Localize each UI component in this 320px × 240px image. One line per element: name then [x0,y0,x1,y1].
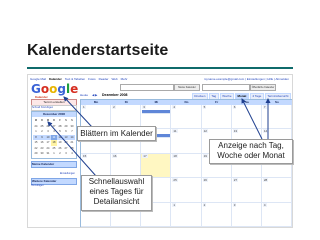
callout-schnellauswahl: Schnellauswahl eines Tages für Detailans… [81,175,152,211]
mini-day[interactable]: 4 [69,151,75,157]
callout-schnell-line2: eines Tages für [89,187,144,196]
day-number[interactable]: 18 [172,153,178,158]
day-cell[interactable]: 2 [201,202,232,227]
day-number[interactable]: 15 [82,153,88,158]
callout-anzeige-line2: Woche oder Monat [217,151,285,160]
nav-photos[interactable]: Fotos [88,76,96,82]
today-button[interactable]: Heute [80,93,88,98]
prev-next-arrows[interactable]: ◀ ▶ [92,93,97,98]
day-number[interactable]: 19 [202,153,208,158]
day-cell[interactable]: 18 [171,153,202,179]
day-number[interactable]: 5 [202,105,207,109]
day-number[interactable]: 4 [172,105,177,109]
google-logo: Google [31,82,79,96]
mini-calendar-grid[interactable]: M D M D F S S 24 25 26 27 28 29 30 1 2 3 4 5 6 7 8 9 10 11 12 13 14… [33,118,75,157]
day-cell[interactable]: 1 [171,202,202,227]
day-cell[interactable]: 6 [231,105,262,130]
search-public-calendars-button[interactable]: Öffentliche Kalender durchsuchen [250,84,276,91]
callout-anzeige-line1: Anzeige nach Tag, [218,141,284,150]
day-number[interactable]: 12 [202,129,208,134]
nav-more[interactable]: Mehr [121,76,128,82]
event-chip[interactable] [142,110,172,114]
nav-reader[interactable]: Reader [99,76,109,82]
day-cell[interactable]: 5 [201,105,232,130]
day-number[interactable]: 6 [232,105,237,109]
day-number[interactable]: 7 [262,105,267,109]
day-number[interactable]: 2 [112,105,116,109]
day-cell[interactable]: 25 [171,178,202,203]
day-number[interactable]: 25 [172,178,178,183]
day-number[interactable]: 3 [142,105,146,109]
day-number[interactable]: 4 [262,202,267,207]
day-cell[interactable]: 11 [171,129,202,154]
account-links[interactable]: myname.example@gmail.com | Einstellungen… [204,76,289,82]
day-number[interactable]: 14 [262,129,269,134]
title-underline [27,67,293,69]
day-number[interactable]: 28 [262,178,269,183]
callout-blaettern: Blättern im Kalender [77,126,156,141]
callout-schnell-line3: Detailansicht [93,197,140,206]
day-number[interactable]: 16 [112,153,118,158]
my-calendars-entry[interactable] [31,167,75,170]
day-number[interactable]: 17 [142,153,148,158]
day-cell[interactable]: 28 [261,178,292,203]
day-cell[interactable]: 7 [261,105,292,130]
day-cell[interactable]: 4 [261,202,292,227]
day-number[interactable]: 3 [232,202,237,207]
day-number[interactable]: 27 [232,178,239,183]
mini-calendar-title: Dezember 2008 [32,112,76,117]
day-number[interactable]: 26 [202,178,208,183]
search-my-calendars-button[interactable]: Meine Kalender durchsuchen [174,84,200,91]
callout-schnell-line1: Schnellauswahl [88,177,145,186]
day-number[interactable]: 2 [202,202,207,207]
mini-calendar: Dezember 2008 M D M D F S S 24 25 26 27 28 29 30 1 2 3 4 5… [31,111,77,159]
day-cell[interactable]: 4 [171,105,202,130]
day-number[interactable]: 11 [172,129,178,134]
day-cell[interactable]: 3 [231,202,262,227]
day-number[interactable]: 1 [82,105,86,109]
day-number[interactable]: 13 [232,129,239,134]
public-search-input[interactable] [202,84,250,91]
day-cell[interactable]: 27 [231,178,262,203]
search-input[interactable] [120,84,174,91]
day-cell[interactable]: 26 [201,178,232,203]
day-number[interactable]: 1 [172,202,177,207]
slide-title: Kalenderstartseite [27,42,169,59]
add-calendar-link[interactable]: Hinzufügen [31,184,75,187]
settings-link[interactable]: Einstellungen [31,172,75,175]
current-month: Dezember 2008 [102,93,128,97]
nav-web[interactable]: Web [112,76,118,82]
callout-anzeige: Anzeige nach Tag, Woche oder Monat [209,139,293,164]
slide: Kalenderstartseite Google Mail Kalender … [0,0,320,240]
calendar-toolbar: Heute ◀ ▶ Dezember 2008 Drucken Tag Woch… [80,93,291,100]
